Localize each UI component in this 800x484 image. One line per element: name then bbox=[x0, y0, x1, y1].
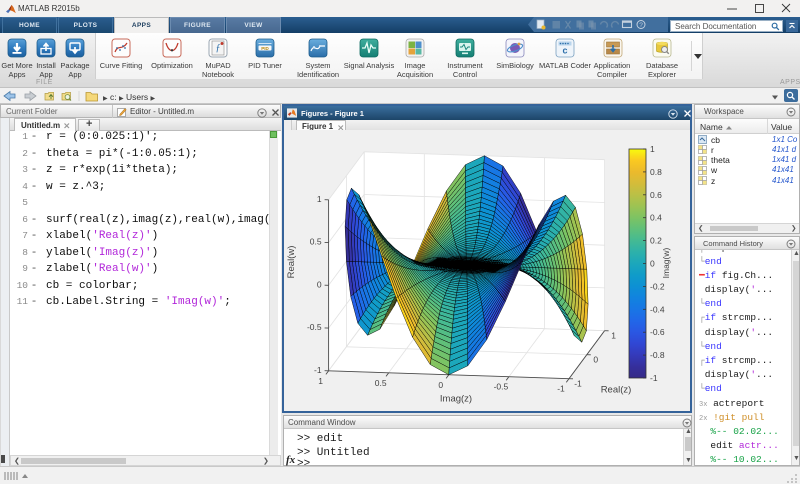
svg-text:0.2: 0.2 bbox=[650, 236, 662, 246]
svg-text:1: 1 bbox=[318, 376, 323, 386]
svg-text:0.4: 0.4 bbox=[650, 213, 662, 223]
svg-text:PID: PID bbox=[261, 46, 269, 51]
svg-text:?: ? bbox=[639, 22, 643, 29]
svg-text:0.5: 0.5 bbox=[375, 378, 387, 388]
svg-text:-0.6: -0.6 bbox=[650, 327, 665, 337]
svg-text:c: c bbox=[562, 46, 567, 56]
svg-text:1: 1 bbox=[650, 144, 655, 154]
svg-text:0: 0 bbox=[650, 259, 655, 269]
svg-text:0.6: 0.6 bbox=[650, 190, 662, 200]
svg-text:0: 0 bbox=[317, 279, 322, 289]
svg-text:Real(z): Real(z) bbox=[601, 385, 632, 396]
svg-text:0.5: 0.5 bbox=[310, 237, 322, 247]
svg-text:ƒ: ƒ bbox=[216, 43, 221, 54]
svg-text:0: 0 bbox=[438, 380, 443, 390]
svg-text:-1: -1 bbox=[574, 379, 582, 389]
svg-text:0: 0 bbox=[593, 355, 598, 365]
svg-text:1: 1 bbox=[317, 194, 322, 204]
svg-text:Imag(w): Imag(w) bbox=[661, 247, 671, 278]
svg-text:-0.5: -0.5 bbox=[494, 382, 509, 392]
svg-text:-0.2: -0.2 bbox=[650, 281, 665, 291]
svg-text:-1: -1 bbox=[650, 373, 658, 383]
svg-text:Real(w): Real(w) bbox=[286, 246, 297, 279]
svg-text:0.8: 0.8 bbox=[650, 167, 662, 177]
svg-text:-0.4: -0.4 bbox=[650, 304, 665, 314]
svg-text:-0.8: -0.8 bbox=[650, 350, 665, 360]
svg-text:Imag(z): Imag(z) bbox=[440, 394, 472, 405]
svg-text:-1: -1 bbox=[314, 365, 322, 375]
svg-text:-1: -1 bbox=[557, 384, 565, 394]
svg-text:1: 1 bbox=[611, 331, 616, 341]
svg-text:-0.5: -0.5 bbox=[307, 322, 322, 332]
